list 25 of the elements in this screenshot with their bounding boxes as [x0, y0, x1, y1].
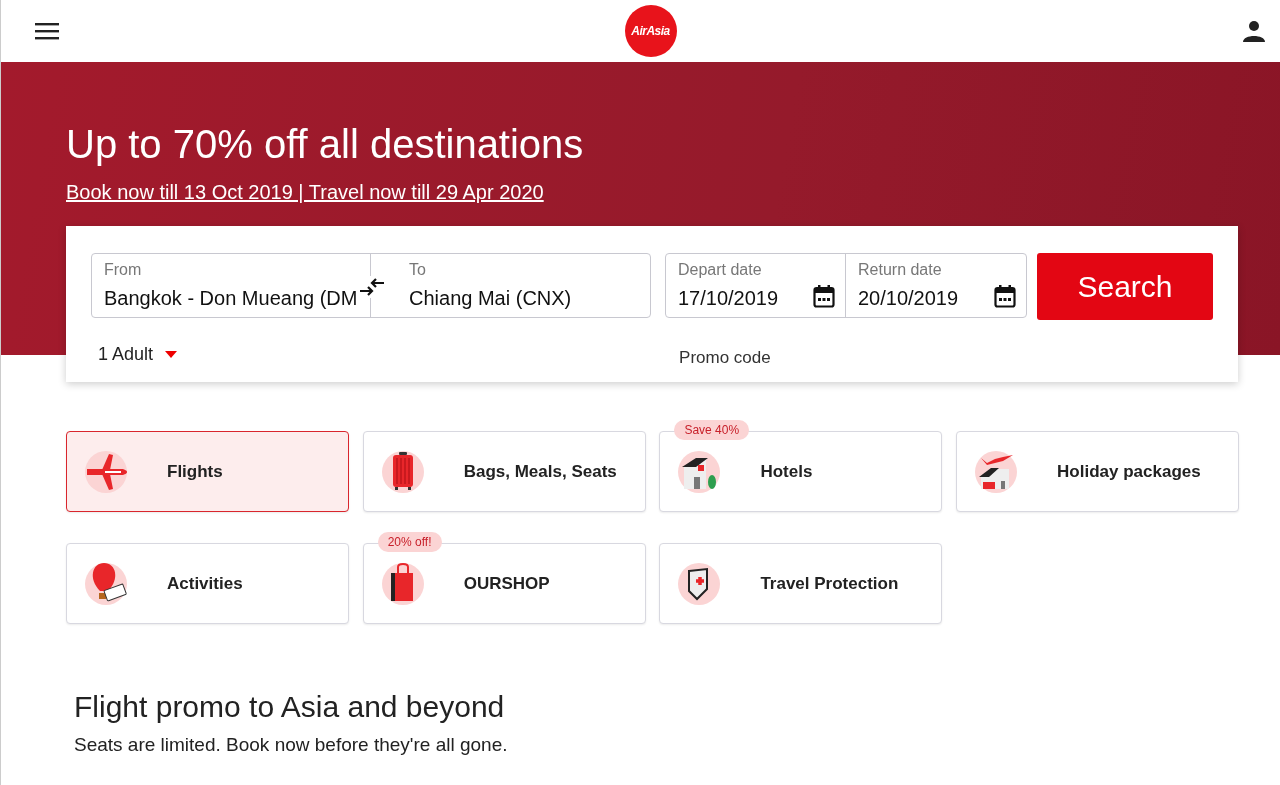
shield-icon	[676, 560, 723, 607]
balloon-ticket-icon	[83, 560, 129, 607]
hero-title: Up to 70% off all destinations	[66, 122, 585, 167]
shopping-bag-icon	[379, 560, 426, 607]
suitcase-icon	[379, 448, 426, 495]
hotel-icon	[676, 448, 723, 495]
promo-dates-link[interactable]: Book now till 13 Oct 2019 | Travel now till 29 Apr 2020	[66, 181, 544, 204]
section-subtitle: Seats are limited. Book now before they're all gone.	[74, 734, 509, 756]
house-and-plane-icon	[973, 448, 1020, 495]
caret-icon	[165, 350, 178, 358]
logo[interactable]: AirAsia	[624, 5, 677, 57]
menu-icon[interactable]	[35, 22, 59, 40]
promo-code-link[interactable]: Promo code	[679, 348, 771, 368]
service-tile[interactable]: Activities	[66, 543, 349, 624]
service-tile[interactable]: Holiday packages	[956, 431, 1240, 512]
section-title: Flight promo to Asia and beyond	[74, 690, 506, 724]
search-button[interactable]: Search	[1037, 253, 1213, 320]
discount-badge: Save 40%	[674, 420, 750, 440]
discount-badge: 20% off!	[377, 532, 442, 552]
service-tile[interactable]: Bags, Meals, Seats	[362, 431, 646, 512]
passenger-dropdown[interactable]: 1 Adult	[98, 343, 178, 365]
user-icon[interactable]	[1242, 19, 1266, 43]
airplane-icon	[83, 448, 129, 495]
service-tile[interactable]: Flights	[66, 431, 349, 512]
service-tile[interactable]: Travel Protection	[659, 543, 943, 624]
